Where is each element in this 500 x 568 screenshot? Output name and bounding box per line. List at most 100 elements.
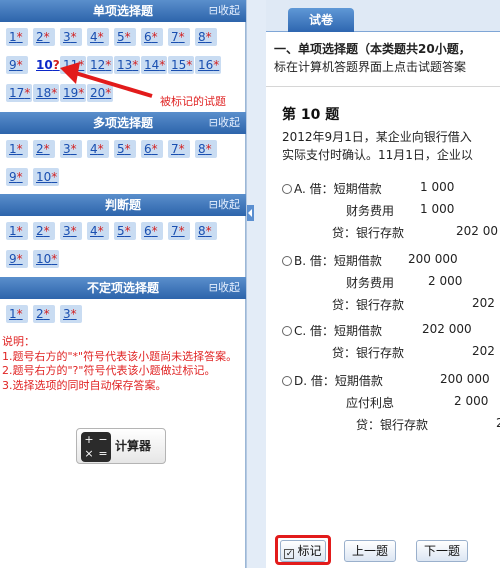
collapse-button[interactable]: ⊟收起: [209, 277, 240, 299]
amount: 200 000: [440, 372, 490, 386]
question-number-4[interactable]: 4*: [87, 140, 109, 158]
option-b[interactable]: B. 借：短期借款 200 000 财务费用 2 000 贷：银行存款 202: [282, 250, 500, 316]
tab-exam-paper[interactable]: 试卷: [288, 8, 354, 32]
question-number-4[interactable]: 4*: [87, 222, 109, 240]
unanswered-indicator: *: [16, 170, 23, 184]
instruction-item: 3.选择选项的同时自动保存答案。: [2, 378, 167, 392]
radio-button[interactable]: [282, 326, 292, 336]
question-number-label: 8: [198, 142, 206, 156]
amount: 2 000: [428, 274, 463, 288]
question-navigator: 单项选择题 ⊟收起 1*2*3*4*5*6*7*8*9*10?11*12*13*…: [0, 0, 246, 568]
unanswered-indicator: *: [70, 307, 77, 321]
question-number-label: 2: [36, 307, 44, 321]
account-name: 贷：银行存款: [332, 346, 405, 360]
amount: 200 000: [408, 252, 458, 266]
section-header-indefinite-choice: 不定项选择题 ⊟收起: [0, 277, 246, 299]
instructions-title: 说明：: [2, 335, 35, 348]
prev-question-button[interactable]: 上一题: [344, 540, 396, 562]
unanswered-indicator: *: [43, 224, 50, 238]
question-number-label: 8: [198, 224, 206, 238]
intro-line: 标在计算机答题界面上点击试题答案: [274, 60, 467, 74]
amount: 1 000: [420, 202, 455, 216]
exam-panel: 试卷 一、单项选择题（本类题共20小题， 标在计算机答题界面上点击试题答案 第 …: [266, 0, 500, 568]
account-name: 财务费用: [346, 204, 395, 218]
question-number-label: 2: [36, 224, 44, 238]
unanswered-indicator: *: [151, 142, 158, 156]
collapse-handle[interactable]: [247, 205, 254, 221]
question-number-3[interactable]: 3*: [60, 305, 82, 323]
annotation-label: 被标记的试题: [160, 95, 226, 108]
unanswered-indicator: *: [51, 252, 58, 266]
radio-button[interactable]: [282, 184, 292, 194]
question-number-9[interactable]: 9*: [6, 250, 28, 268]
option-c[interactable]: C. 借：短期借款 202 000 贷：银行存款 202: [282, 320, 500, 366]
question-number-3[interactable]: 3*: [60, 222, 82, 240]
unanswered-indicator: *: [124, 224, 131, 238]
amount: 202 000: [422, 322, 472, 336]
question-number-label: 1: [9, 224, 17, 238]
question-number-7[interactable]: 7*: [168, 222, 190, 240]
next-question-button[interactable]: 下一题: [416, 540, 468, 562]
question-number-6[interactable]: 6*: [141, 140, 163, 158]
radio-button[interactable]: [282, 376, 292, 386]
mark-checkbox[interactable]: ✓: [284, 549, 295, 559]
tab-bar: 试卷: [266, 0, 500, 32]
collapse-button[interactable]: ⊟收起: [209, 194, 240, 216]
question-number-1[interactable]: 1*: [6, 222, 28, 240]
question-number-label: 3: [63, 307, 71, 321]
question-number-label: 5: [117, 224, 125, 238]
mark-label: 标记: [297, 544, 322, 558]
question-number-label: 2: [36, 142, 44, 156]
unanswered-indicator: *: [16, 224, 23, 238]
unanswered-indicator: *: [205, 224, 212, 238]
question-number-label: 6: [144, 224, 152, 238]
section-title: 判断题: [104, 198, 141, 212]
amount: 2 000: [454, 394, 489, 408]
unanswered-indicator: *: [124, 142, 131, 156]
option-key: D.: [294, 374, 308, 388]
unanswered-indicator: *: [97, 142, 104, 156]
account-name: 借：短期借款: [309, 254, 382, 268]
question-number-5[interactable]: 5*: [114, 222, 136, 240]
account-name: 借：短期借款: [310, 374, 383, 388]
option-key: A.: [294, 182, 306, 196]
amount: 2: [496, 416, 500, 430]
question-number-8[interactable]: 8*: [195, 140, 217, 158]
mark-button[interactable]: ✓ 标记: [280, 540, 326, 562]
account-name: 应付利息: [346, 396, 395, 410]
unanswered-indicator: *: [51, 170, 58, 184]
option-key: C.: [294, 324, 307, 338]
question-number-9[interactable]: 9*: [6, 168, 28, 186]
question-number-2[interactable]: 2*: [33, 305, 55, 323]
radio-button[interactable]: [282, 256, 292, 266]
question-number-1[interactable]: 1*: [6, 140, 28, 158]
calculator-button[interactable]: + − × = 计算器: [76, 428, 166, 464]
question-number-10[interactable]: 10*: [33, 168, 59, 186]
panel-splitter[interactable]: [246, 0, 266, 568]
instruction-item: 1.题号右方的"*"符号代表该小题尚未选择答案。: [2, 349, 238, 363]
section-title: 不定项选择题: [86, 281, 159, 295]
question-number-label: 3: [63, 224, 71, 238]
calculator-icon: + − × =: [81, 432, 111, 462]
question-number-label: 9: [9, 252, 17, 266]
question-number-5[interactable]: 5*: [114, 140, 136, 158]
question-number-1[interactable]: 1*: [6, 305, 28, 323]
instructions: 说明： 1.题号右方的"*"符号代表该小题尚未选择答案。 2.题号右方的"?"符…: [2, 335, 246, 393]
question-number-2[interactable]: 2*: [33, 222, 55, 240]
question-number-label: 9: [9, 170, 17, 184]
question-number-2[interactable]: 2*: [33, 140, 55, 158]
option-key: B.: [294, 254, 307, 268]
unanswered-indicator: *: [43, 307, 50, 321]
unanswered-indicator: *: [178, 142, 185, 156]
amount: 202 00: [456, 224, 498, 238]
unanswered-indicator: *: [97, 224, 104, 238]
question-number-label: 1: [9, 142, 17, 156]
option-d[interactable]: D. 借：短期借款 200 000 应付利息 2 000 贷：银行存款 2: [282, 370, 500, 436]
question-number-8[interactable]: 8*: [195, 222, 217, 240]
question-number-6[interactable]: 6*: [141, 222, 163, 240]
question-number-label: 6: [144, 142, 152, 156]
option-a[interactable]: A. 借：短期借款 1 000 财务费用 1 000 贷：银行存款 202 00: [282, 178, 500, 244]
question-number-10[interactable]: 10*: [33, 250, 59, 268]
question-number-3[interactable]: 3*: [60, 140, 82, 158]
question-number-7[interactable]: 7*: [168, 140, 190, 158]
